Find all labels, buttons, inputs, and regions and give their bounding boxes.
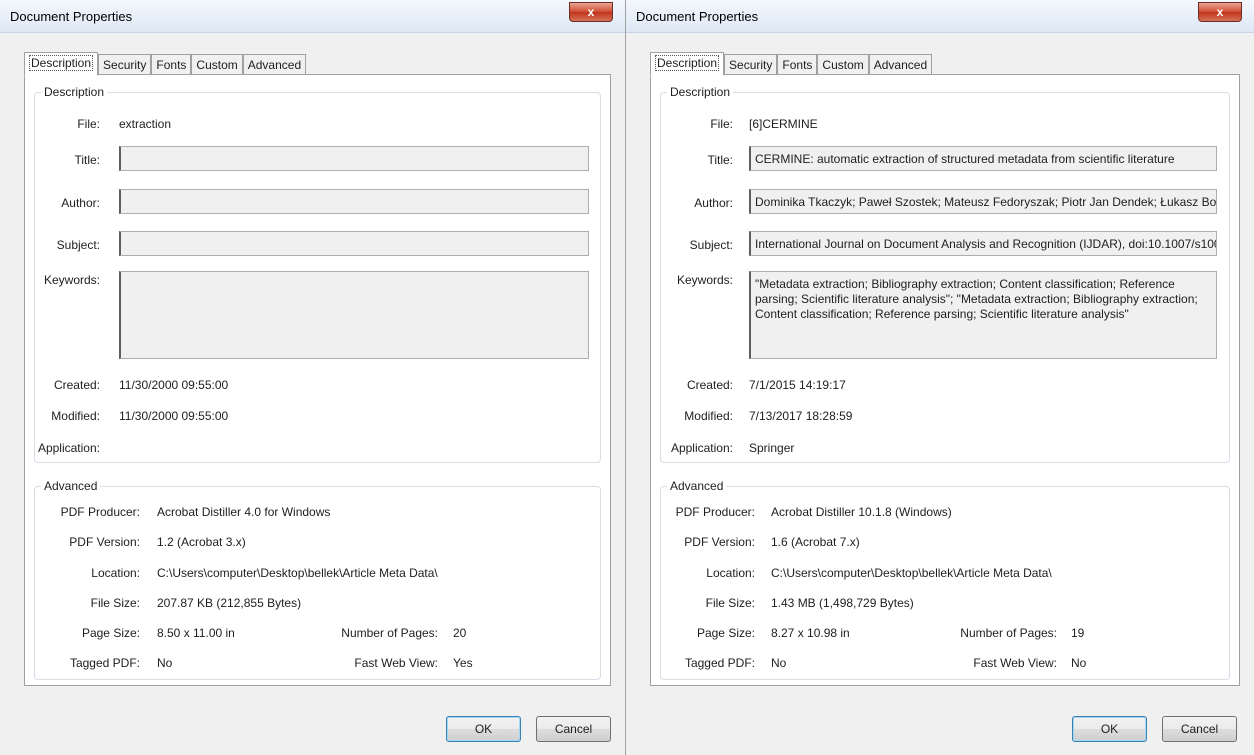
window-title: Document Properties <box>10 9 133 24</box>
fast-web-view-label: Fast Web View: <box>354 656 438 670</box>
close-button[interactable]: x <box>1198 2 1242 22</box>
keywords-label: Keywords: <box>676 273 733 287</box>
fast-web-view-value: No <box>1071 656 1087 670</box>
advanced-group: Advanced PDF Producer: Acrobat Distiller… <box>660 479 1230 680</box>
tab-panel: Description File: extraction Title: Auth… <box>24 74 611 686</box>
page-size-label: Page Size: <box>81 626 140 640</box>
title-field[interactable]: CERMINE: automatic extraction of structu… <box>749 146 1217 171</box>
number-of-pages-value: 19 <box>1071 626 1085 640</box>
pdf-version-label: PDF Version: <box>684 535 755 549</box>
file-size-label: File Size: <box>90 596 140 610</box>
tagged-pdf-value: No <box>771 656 787 670</box>
modified-value: 11/30/2000 09:55:00 <box>119 409 229 423</box>
close-button[interactable]: x <box>569 2 613 22</box>
modified-value: 7/13/2017 18:28:59 <box>749 409 853 423</box>
advanced-group: Advanced PDF Producer: Acrobat Distiller… <box>34 479 601 680</box>
tab-fonts[interactable]: Fonts <box>777 54 818 75</box>
tab-strip: Description Security Fonts Custom Advanc… <box>650 52 933 76</box>
subject-label: Subject: <box>56 238 100 252</box>
tab-security[interactable]: Security <box>724 54 778 75</box>
pdf-producer-label: PDF Producer: <box>675 505 755 519</box>
tab-advanced[interactable]: Advanced <box>242 54 307 75</box>
pdf-version-label: PDF Version: <box>69 535 140 549</box>
description-group: Description File: [6]CERMINE Title: CERM… <box>660 85 1230 463</box>
author-field[interactable]: Dominika Tkaczyk; Paweł Szostek; Mateusz… <box>749 189 1217 214</box>
application-value: Springer <box>749 441 795 455</box>
ok-button[interactable]: OK <box>446 716 521 742</box>
tab-custom[interactable]: Custom <box>191 54 243 75</box>
fast-web-view-label: Fast Web View: <box>973 656 1057 670</box>
author-label: Author: <box>694 196 733 210</box>
advanced-group-label: Advanced <box>667 479 727 493</box>
subject-field[interactable]: International Journal on Document Analys… <box>749 231 1217 256</box>
location-value: C:\Users\computer\Desktop\bellek\Article… <box>157 566 438 580</box>
window-title: Document Properties <box>636 9 759 24</box>
title-label: Title: <box>707 153 733 167</box>
modified-label: Modified: <box>51 409 100 423</box>
tagged-pdf-label: Tagged PDF: <box>684 656 755 670</box>
file-label: File: <box>77 117 100 131</box>
modified-label: Modified: <box>684 409 733 423</box>
pdf-producer-value: Acrobat Distiller 4.0 for Windows <box>157 505 331 519</box>
subject-label: Subject: <box>689 238 733 252</box>
created-value: 7/1/2015 14:19:17 <box>749 378 846 392</box>
page-size-value: 8.50 x 11.00 in <box>157 626 235 640</box>
pdf-producer-value: Acrobat Distiller 10.1.8 (Windows) <box>771 505 952 519</box>
title-field[interactable] <box>119 146 589 171</box>
page-size-label: Page Size: <box>696 626 755 640</box>
file-size-label: File Size: <box>705 596 755 610</box>
file-value: [6]CERMINE <box>749 117 818 131</box>
file-label: File: <box>710 117 733 131</box>
title-label: Title: <box>74 153 100 167</box>
tagged-pdf-label: Tagged PDF: <box>69 656 140 670</box>
close-icon: x <box>587 5 595 19</box>
document-properties-dialog-right: Document Properties x Description Securi… <box>626 0 1254 755</box>
subject-field[interactable] <box>119 231 589 256</box>
advanced-group-label: Advanced <box>41 479 101 493</box>
title-bar: Document Properties x <box>626 0 1254 33</box>
keywords-field[interactable] <box>119 271 589 359</box>
tab-custom[interactable]: Custom <box>817 54 869 75</box>
number-of-pages-label: Number of Pages: <box>341 626 438 640</box>
description-group-label: Description <box>41 85 108 99</box>
location-label: Location: <box>91 566 140 580</box>
tagged-pdf-value: No <box>157 656 173 670</box>
pdf-producer-label: PDF Producer: <box>60 505 140 519</box>
application-label: Application: <box>37 441 100 455</box>
tab-advanced[interactable]: Advanced <box>868 54 933 75</box>
title-bar: Document Properties x <box>0 0 625 33</box>
location-label: Location: <box>706 566 755 580</box>
tab-description[interactable]: Description <box>650 52 725 76</box>
tab-fonts[interactable]: Fonts <box>151 54 192 75</box>
tab-description[interactable]: Description <box>24 52 99 76</box>
application-label: Application: <box>670 441 733 455</box>
created-label: Created: <box>686 378 733 392</box>
file-size-value: 207.87 KB (212,855 Bytes) <box>157 596 302 610</box>
number-of-pages-label: Number of Pages: <box>960 626 1057 640</box>
page-size-value: 8.27 x 10.98 in <box>771 626 850 640</box>
close-icon: x <box>1216 5 1224 19</box>
pdf-version-value: 1.6 (Acrobat 7.x) <box>771 535 860 549</box>
ok-button[interactable]: OK <box>1072 716 1147 742</box>
description-group-label: Description <box>667 85 734 99</box>
author-label: Author: <box>61 196 100 210</box>
cancel-button[interactable]: Cancel <box>536 716 611 742</box>
cancel-button[interactable]: Cancel <box>1162 716 1237 742</box>
document-properties-dialog-left: Document Properties x Description Securi… <box>0 0 626 755</box>
tab-security[interactable]: Security <box>98 54 152 75</box>
created-value: 11/30/2000 09:55:00 <box>119 378 229 392</box>
keywords-label: Keywords: <box>43 273 100 287</box>
location-value: C:\Users\computer\Desktop\bellek\Article… <box>771 566 1052 580</box>
file-value: extraction <box>119 117 172 131</box>
keywords-field[interactable]: "Metadata extraction; Bibliography extra… <box>749 271 1217 359</box>
file-size-value: 1.43 MB (1,498,729 Bytes) <box>771 596 914 610</box>
pdf-version-value: 1.2 (Acrobat 3.x) <box>157 535 246 549</box>
tab-strip: Description Security Fonts Custom Advanc… <box>24 52 307 76</box>
fast-web-view-value: Yes <box>453 656 473 670</box>
description-group: Description File: extraction Title: Auth… <box>34 85 601 463</box>
number-of-pages-value: 20 <box>453 626 467 640</box>
created-label: Created: <box>53 378 100 392</box>
tab-panel: Description File: [6]CERMINE Title: CERM… <box>650 74 1240 686</box>
author-field[interactable] <box>119 189 589 214</box>
